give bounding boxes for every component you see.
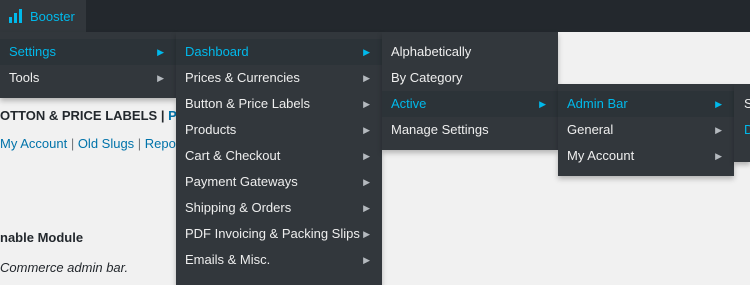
menu-item-label: My Account <box>567 148 635 163</box>
enable-module-heading: nable Module <box>0 230 84 245</box>
menu-item-label: Dashboard <box>185 44 249 59</box>
menu-item-active[interactable]: Active ▶ <box>382 91 558 117</box>
arrow-right-icon: ▶ <box>539 99 546 109</box>
active-submenu: Admin Bar ▶ General ▶ My Account ▶ <box>558 84 734 176</box>
link-my-account[interactable]: My Account <box>0 136 67 151</box>
link-old-slugs[interactable]: Old Slugs <box>78 136 134 151</box>
menu-item-label: Active <box>391 96 427 111</box>
arrow-right-icon: ▶ <box>363 47 370 57</box>
arrow-right-icon: ▶ <box>363 255 370 265</box>
category-breadcrumb: OTTON & PRICE LABELS | PRO <box>0 108 196 123</box>
menu-item-label: Emails & Misc. <box>185 252 271 267</box>
menu-item-prices-currencies[interactable]: Prices & Currencies ▶ <box>176 65 382 91</box>
arrow-right-icon: ▶ <box>363 99 370 109</box>
menu-item-pdf-invoicing[interactable]: PDF Invoicing & Packing Slips ▶ <box>176 221 382 247</box>
menu-item-label: S <box>744 96 750 111</box>
module-links: My Account | Old Slugs | Repo <box>0 136 176 151</box>
breadcrumb-separator: | <box>157 108 169 123</box>
menu-item-label: Products <box>185 122 237 137</box>
module-description: Commerce admin bar. <box>0 260 129 275</box>
menu-item-admin-bar[interactable]: Admin Bar ▶ <box>558 91 734 117</box>
bar-chart-icon <box>9 9 22 23</box>
arrow-right-icon: ▶ <box>363 73 370 83</box>
menu-item-label: Tools <box>9 70 40 85</box>
booster-label: Booster <box>30 8 75 24</box>
menu-item-partial-s[interactable]: S <box>734 91 750 117</box>
menu-item-emails-misc[interactable]: Emails & Misc. ▶ <box>176 247 382 273</box>
arrow-right-icon: ▶ <box>363 177 370 187</box>
menu-item-label: Shipping & Orders <box>185 200 292 215</box>
admin-bar: Booster <box>0 0 750 32</box>
menu-item-label: Manage Settings <box>391 122 489 137</box>
menu-item-shipping-orders[interactable]: Shipping & Orders ▶ <box>176 195 382 221</box>
menu-item-partial-d[interactable]: D <box>734 117 750 143</box>
dashboard-submenu: Alphabetically By Category Active ▶ Manag… <box>382 32 558 150</box>
arrow-right-icon: ▶ <box>715 125 722 135</box>
menu-item-button-price-labels[interactable]: Button & Price Labels ▶ <box>176 91 382 117</box>
menu-item-label: Button & Price Labels <box>185 96 311 111</box>
menu-item-label: PDF Invoicing & Packing Slips <box>185 226 360 241</box>
menu-item-label: Payment Gateways <box>185 174 298 189</box>
menu-item-tools[interactable]: Tools ▶ <box>0 65 176 91</box>
menu-item-label: General <box>567 122 614 137</box>
settings-submenu: Dashboard ▶ Prices & Currencies ▶ Button &… <box>176 32 382 285</box>
menu-item-label: By Category <box>391 70 463 85</box>
menu-item-label: Cart & Checkout <box>185 148 281 163</box>
menu-item-my-account[interactable]: My Account ▶ <box>558 143 734 169</box>
menu-item-dashboard[interactable]: Dashboard ▶ <box>176 39 382 65</box>
arrow-right-icon: ▶ <box>363 229 370 239</box>
arrow-right-icon: ▶ <box>157 73 164 83</box>
booster-menu-item[interactable]: Booster <box>0 0 86 32</box>
admin-bar-submenu: S D <box>734 84 750 162</box>
arrow-right-icon: ▶ <box>363 203 370 213</box>
menu-item-label: Alphabetically <box>391 44 472 59</box>
booster-submenu: Settings ▶ Tools ▶ <box>0 32 176 98</box>
menu-item-cart-checkout[interactable]: Cart & Checkout ▶ <box>176 143 382 169</box>
menu-item-label: D <box>744 122 750 137</box>
link-repo[interactable]: Repo <box>145 136 176 151</box>
menu-item-general[interactable]: General ▶ <box>558 117 734 143</box>
menu-item-label: Settings <box>9 44 56 59</box>
menu-item-alphabetically[interactable]: Alphabetically <box>382 39 558 65</box>
arrow-right-icon: ▶ <box>715 151 722 161</box>
menu-item-manage-settings[interactable]: Manage Settings <box>382 117 558 143</box>
menu-item-payment-gateways[interactable]: Payment Gateways ▶ <box>176 169 382 195</box>
arrow-right-icon: ▶ <box>715 99 722 109</box>
menu-item-by-category[interactable]: By Category <box>382 65 558 91</box>
arrow-right-icon: ▶ <box>363 125 370 135</box>
breadcrumb-current: OTTON & PRICE LABELS <box>0 108 158 123</box>
menu-item-label: Admin Bar <box>567 96 628 111</box>
arrow-right-icon: ▶ <box>363 151 370 161</box>
menu-item-label: Prices & Currencies <box>185 70 300 85</box>
arrow-right-icon: ▶ <box>157 47 164 57</box>
menu-item-products[interactable]: Products ▶ <box>176 117 382 143</box>
menu-item-settings[interactable]: Settings ▶ <box>0 39 176 65</box>
